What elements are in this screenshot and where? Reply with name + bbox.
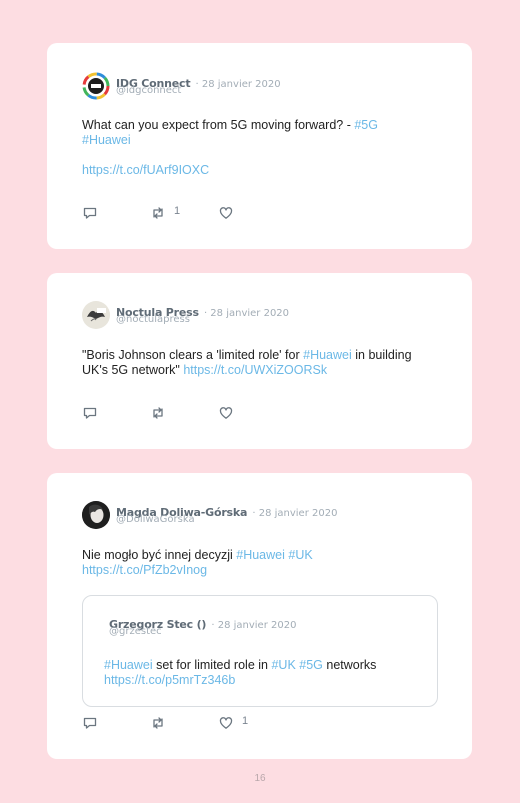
- tweet-actions: 1: [82, 205, 382, 221]
- retweet-icon[interactable]: [150, 405, 166, 421]
- tweet-text-body: What can you expect from 5G moving forwa…: [82, 118, 351, 132]
- reply-icon[interactable]: [82, 205, 98, 221]
- quoted-author-handle[interactable]: @grzestec: [109, 626, 162, 637]
- tweet-card: IDG Connect · 28 janvier 2020 @idgconnec…: [47, 43, 472, 249]
- hashtag-link[interactable]: #5G: [299, 658, 323, 672]
- tweet-text-body: "Boris Johnson clears a 'limited role' f…: [82, 348, 300, 362]
- avatar[interactable]: [82, 501, 110, 529]
- hashtag-link[interactable]: #UK: [288, 548, 312, 562]
- tweet-text-body: Nie mogło być innej decyzji: [82, 548, 233, 562]
- tweet-url-link[interactable]: https://t.co/UWXiZOORSk: [183, 363, 327, 377]
- hashtag-link[interactable]: #Huawei: [236, 548, 285, 562]
- tweet-text: Nie mogło być innej decyzji #Huawei #UK …: [82, 548, 442, 578]
- page-number: 16: [254, 773, 266, 784]
- hashtag-link[interactable]: #5G: [354, 118, 378, 132]
- tweet-date: · 28 janvier 2020: [203, 308, 290, 319]
- tweet-date: · 28 janvier 2020: [195, 79, 281, 90]
- author-handle[interactable]: @idgconnect: [116, 85, 181, 96]
- tweet-text-body: UK's 5G network": [82, 363, 180, 377]
- tweet-text: What can you expect from 5G moving forwa…: [82, 118, 442, 178]
- reply-icon[interactable]: [82, 715, 98, 731]
- retweet-icon[interactable]: [150, 205, 166, 221]
- quoted-tweet-text: #Huawei set for limited role in #UK #5G …: [104, 658, 424, 688]
- like-icon[interactable]: [218, 205, 234, 221]
- retweet-count: 1: [174, 205, 181, 217]
- tweet-text-body: networks: [326, 658, 377, 672]
- tweet-card: Magda Doliwa-Górska · 28 janvier 2020 @D…: [47, 473, 472, 759]
- like-count: 1: [242, 715, 249, 727]
- avatar[interactable]: [82, 72, 110, 100]
- hashtag-link[interactable]: #Huawei: [303, 348, 352, 362]
- retweet-icon[interactable]: [150, 715, 166, 731]
- quoted-tweet-date: · 28 janvier 2020: [211, 620, 297, 631]
- tweet-url-link[interactable]: https://t.co/fUArf9IOXC: [82, 163, 209, 177]
- tweet-card: Noctula Press · 28 janvier 2020 @noctula…: [47, 273, 472, 449]
- hashtag-link[interactable]: #Huawei: [82, 133, 131, 147]
- tweet-text-body: in building: [355, 348, 412, 362]
- tweet-url-link[interactable]: https://t.co/p5mrTz346b: [104, 673, 235, 687]
- hashtag-link[interactable]: #Huawei: [104, 658, 153, 672]
- hashtag-link[interactable]: #UK: [271, 658, 295, 672]
- author-handle[interactable]: @DoliwaGorska: [116, 514, 195, 525]
- tweet-url-link[interactable]: https://t.co/PfZb2vInog: [82, 563, 207, 577]
- tweet-date: · 28 janvier 2020: [252, 508, 338, 519]
- like-icon[interactable]: [218, 715, 234, 731]
- tweet-text-body: set for limited role in: [156, 658, 268, 672]
- tweet-text: "Boris Johnson clears a 'limited role' f…: [82, 348, 442, 378]
- reply-icon[interactable]: [82, 405, 98, 421]
- tweet-actions: 1: [82, 715, 382, 731]
- author-handle[interactable]: @noctulapress: [116, 314, 190, 325]
- like-icon[interactable]: [218, 405, 234, 421]
- tweet-actions: [82, 405, 382, 421]
- quoted-tweet[interactable]: Grzegorz Stec () · 28 janvier 2020 @grze…: [82, 595, 438, 707]
- avatar[interactable]: [82, 301, 110, 329]
